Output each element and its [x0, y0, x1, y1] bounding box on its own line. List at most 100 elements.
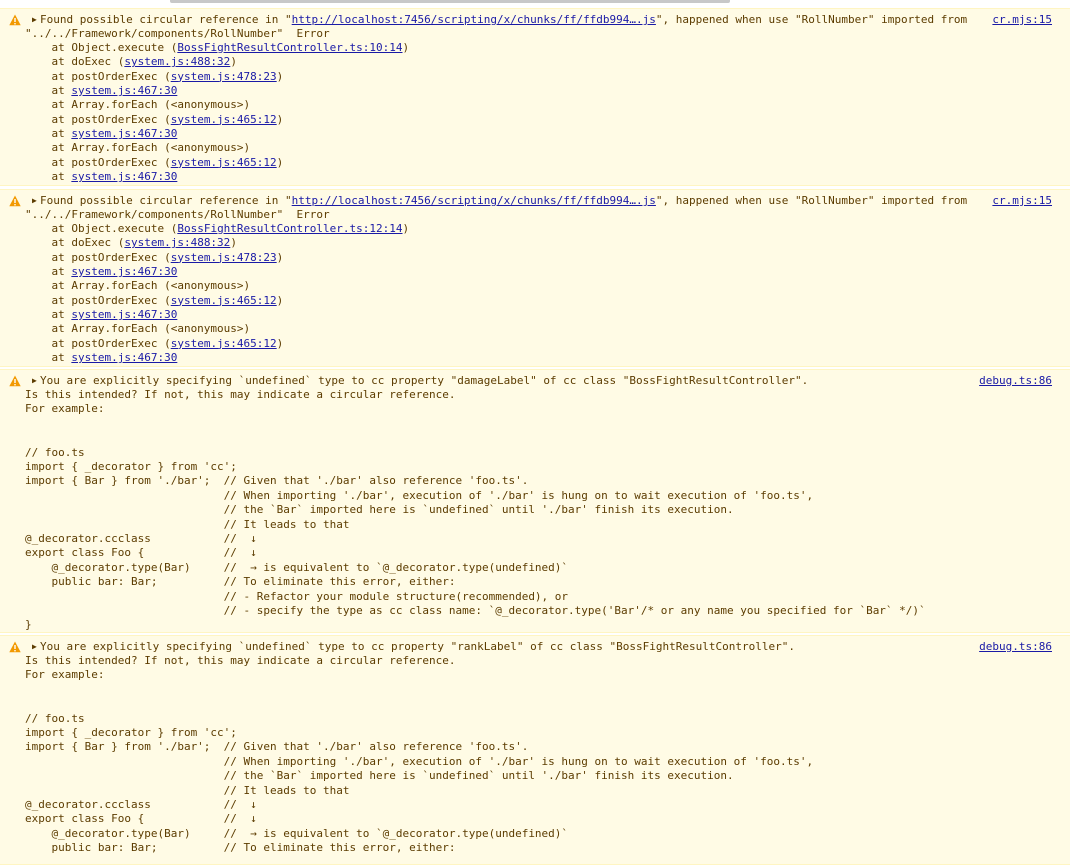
stack-frame-link[interactable]: system.js:467:30: [71, 308, 177, 321]
stack-frame-link[interactable]: system.js:488:32: [124, 236, 230, 249]
stack-frame: at postOrderExec (system.js:465:12): [25, 156, 283, 170]
message-line: export class Foo { // ↓: [25, 812, 257, 826]
stack-frame-link[interactable]: system.js:465:12: [171, 156, 277, 169]
source-link[interactable]: cr.mjs:15: [992, 13, 1052, 27]
message-line: Is this intended? If not, this may indic…: [25, 654, 456, 667]
stack-frame-link[interactable]: system.js:467:30: [71, 265, 177, 278]
message-line: @_decorator.type(Bar) // → is equivalent…: [25, 560, 569, 574]
message-head: Found possible circular reference in ": [40, 194, 292, 207]
message-line: // foo.ts: [25, 445, 85, 459]
script-url-link[interactable]: http://localhost:7456/scripting/x/chunks…: [292, 13, 656, 26]
stack-frame-link[interactable]: system.js:478:23: [171, 70, 277, 83]
message-line: export class Foo { // ↓: [25, 546, 257, 560]
stack-frame: at postOrderExec (system.js:465:12): [25, 113, 283, 127]
message-line: // When importing './bar', execution of …: [25, 488, 814, 502]
warning-icon: [9, 641, 21, 653]
stack-frame: at Array.forEach (<anonymous>): [25, 98, 250, 112]
stack-frame-text: at postOrderExec (: [25, 336, 171, 350]
stack-frame: at system.js:467:30: [25, 127, 177, 141]
stack-frame: at postOrderExec (system.js:465:12): [25, 294, 283, 308]
stack-frame-link[interactable]: system.js:478:23: [171, 251, 277, 264]
console-warning: ▶ You are explicitly specifying `undefin…: [0, 369, 1070, 633]
stack-frame-text: at Object.execute (: [25, 41, 178, 54]
stack-frame-text: at Array.forEach (<anonymous>): [25, 98, 251, 112]
message-line: For example:: [25, 668, 105, 682]
stack-frame: at doExec (system.js:488:32): [25, 55, 237, 69]
stack-frame-text: ): [402, 222, 410, 235]
stack-frame: at Array.forEach (<anonymous>): [25, 279, 250, 293]
warning-icon: [9, 14, 21, 26]
scroll-indicator: [170, 0, 730, 3]
stack-frame-text: ): [276, 336, 284, 350]
message-line: public bar: Bar; // To eliminate this er…: [25, 575, 456, 589]
message-line: // When importing './bar', execution of …: [25, 754, 814, 768]
message-line: @_decorator.ccclass // ↓: [25, 798, 257, 811]
stack-frame-text: ): [276, 250, 284, 264]
stack-frame-text: at: [25, 351, 72, 365]
stack-frame-text: ): [276, 155, 284, 169]
console-warning: ▶ You are explicitly specifying `undefin…: [0, 635, 1070, 865]
stack-frame: at postOrderExec (system.js:465:12): [25, 337, 283, 351]
message-text: Found possible circular reference in "ht…: [40, 13, 967, 27]
script-url-link[interactable]: http://localhost:7456/scripting/x/chunks…: [292, 194, 656, 207]
message-head: Found possible circular reference in ": [40, 13, 292, 26]
stack-frame: at system.js:467:30: [25, 308, 177, 322]
message-head: You are explicitly specifying `undefined…: [40, 374, 809, 387]
stack-frame: at system.js:467:30: [25, 84, 177, 98]
message-line: Is this intended? If not, this may indic…: [25, 388, 456, 401]
stack-frame-text: ): [402, 41, 410, 54]
stack-frame-link[interactable]: system.js:467:30: [71, 351, 177, 364]
console-warning: ▶ Found possible circular reference in "…: [0, 8, 1070, 186]
source-link[interactable]: debug.ts:86: [979, 374, 1052, 388]
stack-frame: at postOrderExec (system.js:478:23): [25, 251, 283, 265]
stack-frame: at Array.forEach (<anonymous>): [25, 322, 250, 336]
stack-frame-text: at postOrderExec (: [25, 155, 171, 169]
stack-frame-link[interactable]: system.js:467:30: [71, 84, 177, 97]
expand-triangle-icon[interactable]: ▶: [32, 374, 37, 388]
stack-frame-text: ): [276, 69, 284, 83]
message-line: "../../Framework/components/RollNumber" …: [25, 208, 330, 221]
message-line: }: [25, 618, 32, 632]
message-head-tail: ", happened when use "RollNumber" import…: [655, 194, 968, 207]
stack-frame-link[interactable]: system.js:467:30: [71, 170, 177, 183]
stack-frame-link[interactable]: system.js:488:32: [124, 55, 230, 68]
stack-frame: at postOrderExec (system.js:478:23): [25, 70, 283, 84]
warning-icon: [9, 375, 21, 387]
message-line: public bar: Bar; // To eliminate this er…: [25, 841, 456, 855]
expand-triangle-icon[interactable]: ▶: [32, 640, 37, 654]
source-link[interactable]: debug.ts:86: [979, 640, 1052, 654]
stack-frame-text: at Array.forEach (<anonymous>): [25, 141, 251, 155]
stack-frame-text: at postOrderExec (: [25, 293, 171, 307]
stack-frame-text: at: [25, 170, 72, 184]
message-line: For example:: [25, 402, 105, 416]
warning-icon: [9, 195, 21, 207]
stack-frame-link[interactable]: system.js:465:12: [171, 113, 277, 126]
stack-frame: at Object.execute (BossFightResultContro…: [25, 222, 409, 236]
expand-triangle-icon[interactable]: ▶: [32, 13, 37, 27]
source-link[interactable]: cr.mjs:15: [992, 194, 1052, 208]
message-line: // It leads to that: [25, 517, 350, 531]
stack-frame-text: at postOrderExec (: [25, 69, 171, 83]
stack-frame-link[interactable]: BossFightResultController.ts:12:14: [177, 222, 402, 235]
message-text: Found possible circular reference in "ht…: [40, 194, 967, 208]
message-line: "../../Framework/components/RollNumber" …: [25, 27, 330, 40]
stack-frame-text: ): [276, 293, 284, 307]
stack-frame: at system.js:467:30: [25, 170, 177, 184]
stack-frame-link[interactable]: system.js:467:30: [71, 127, 177, 140]
expand-triangle-icon[interactable]: ▶: [32, 194, 37, 208]
stack-frame-text: at Object.execute (: [25, 222, 178, 235]
message-line: import { _decorator } from 'cc';: [25, 460, 237, 473]
stack-frame-text: at postOrderExec (: [25, 250, 171, 264]
message-line: import { Bar } from './bar'; // Given th…: [25, 474, 529, 488]
message-line: import { Bar } from './bar'; // Given th…: [25, 740, 529, 754]
stack-frame-text: at: [25, 308, 72, 322]
stack-frame-link[interactable]: BossFightResultController.ts:10:14: [177, 41, 402, 54]
message-line: import { _decorator } from 'cc';: [25, 726, 237, 739]
stack-frame-text: at: [25, 127, 72, 141]
stack-frame-link[interactable]: system.js:465:12: [171, 294, 277, 307]
stack-frame-link[interactable]: system.js:465:12: [171, 337, 277, 350]
message-head: You are explicitly specifying `undefined…: [40, 640, 795, 653]
message-line: @_decorator.type(Bar) // → is equivalent…: [25, 826, 569, 840]
stack-frame: at doExec (system.js:488:32): [25, 236, 236, 250]
stack-frame-text: ): [230, 55, 237, 69]
